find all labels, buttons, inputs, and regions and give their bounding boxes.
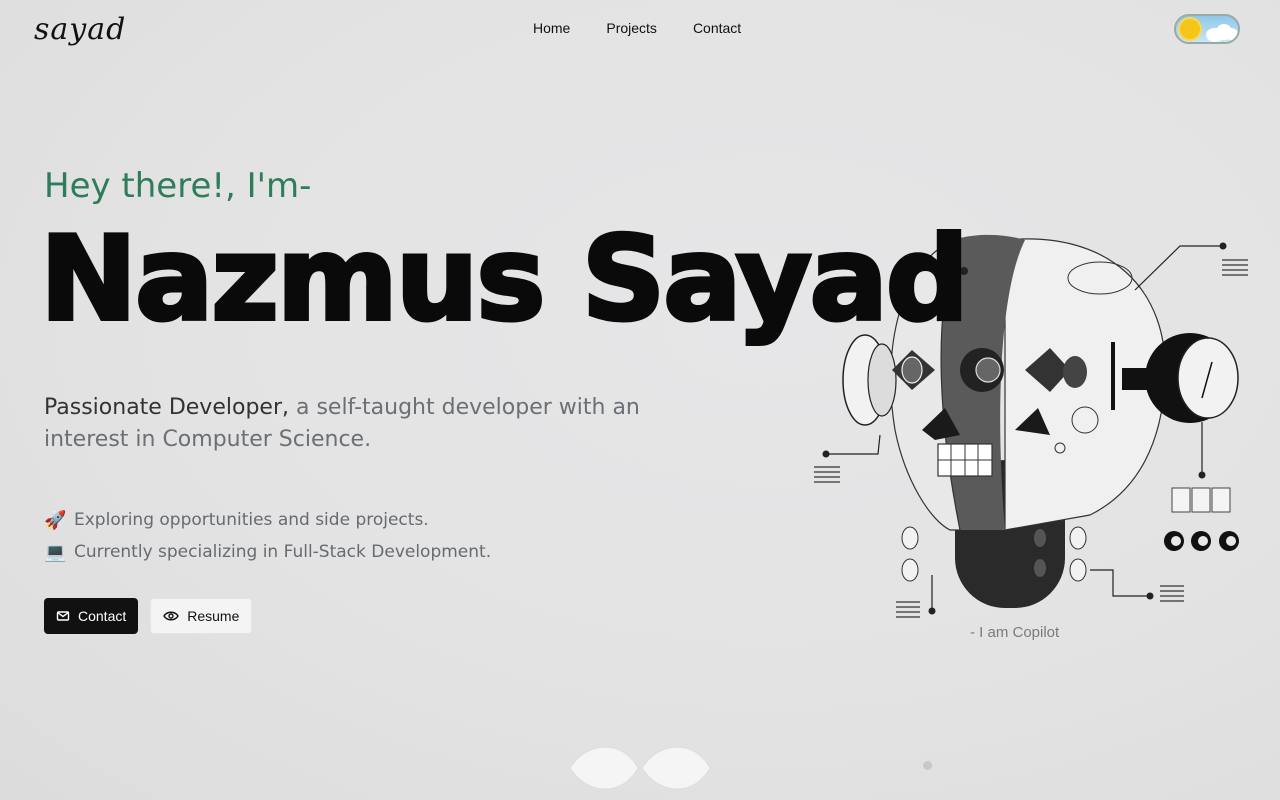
hero-description: Passionate Developer, a self-taught deve…	[44, 392, 684, 456]
greeting: Hey there!, I'm-	[44, 166, 312, 206]
sun-icon	[1180, 19, 1200, 39]
laptop-icon: 💻	[44, 541, 67, 563]
hero-name: Nazmus Sayad	[38, 210, 971, 349]
top-nav: sayad Home Projects Contact	[0, 0, 1280, 60]
theme-toggle[interactable]	[1174, 14, 1240, 44]
eye-icon	[163, 611, 180, 621]
logo[interactable]: sayad	[34, 12, 126, 47]
mail-icon	[56, 611, 70, 621]
contact-button-label: Contact	[78, 608, 127, 624]
bullet-list: 🚀 Exploring opportunities and side proje…	[44, 504, 491, 568]
list-item: 💻 Currently specializing in Full-Stack D…	[44, 536, 491, 568]
scroll-indicator[interactable]	[568, 744, 718, 792]
description-strong: Passionate Developer,	[44, 395, 289, 420]
list-item: 🚀 Exploring opportunities and side proje…	[44, 504, 491, 536]
illustration-caption: - I am Copilot	[970, 624, 1060, 641]
rocket-icon: 🚀	[44, 509, 67, 531]
cta-buttons: Contact Resume	[44, 598, 253, 634]
bullet-text: Currently specializing in Full-Stack Dev…	[74, 542, 492, 562]
bullet-text: Exploring opportunities and side project…	[74, 510, 429, 530]
resume-button[interactable]: Resume	[150, 598, 253, 634]
nav-projects[interactable]: Projects	[606, 20, 657, 36]
decorative-dot	[923, 761, 932, 770]
nav-contact[interactable]: Contact	[693, 20, 741, 36]
nav-links: Home Projects Contact	[533, 20, 741, 36]
nav-home[interactable]: Home	[533, 20, 570, 36]
contact-button[interactable]: Contact	[44, 598, 139, 634]
resume-button-label: Resume	[187, 608, 240, 624]
